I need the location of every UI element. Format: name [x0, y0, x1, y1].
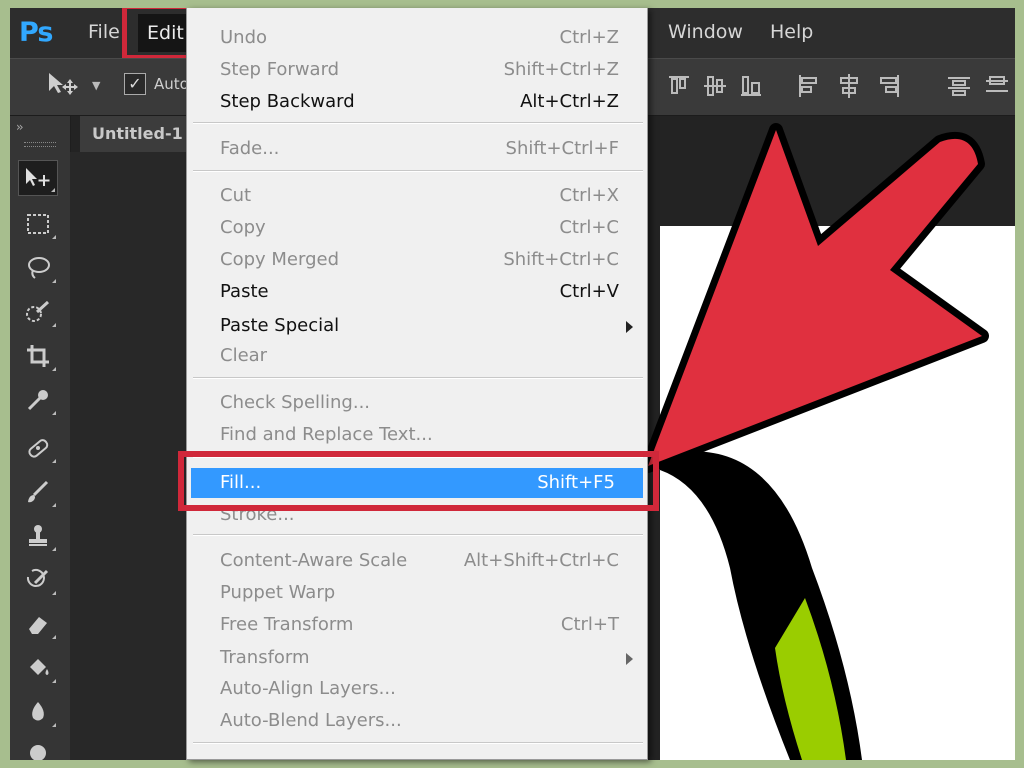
- menu-item-auto-blend-layers[interactable]: Auto-Blend Layers...: [187, 706, 647, 736]
- menu-item-puppet-warp[interactable]: Puppet Warp: [187, 578, 647, 608]
- menu-separator: [193, 122, 643, 124]
- menu-item-fade[interactable]: Fade... Shift+Ctrl+F: [187, 134, 647, 164]
- menu-item-content-aware-scale[interactable]: Content-Aware Scale Alt+Shift+Ctrl+C: [187, 546, 647, 576]
- fill-item-highlight-box: [178, 451, 659, 511]
- submenu-arrow-icon: [626, 321, 633, 333]
- menu-item-clear[interactable]: Clear: [187, 341, 647, 371]
- menu-separator: [193, 534, 643, 536]
- menu-separator: [193, 377, 643, 379]
- menu-item-find-replace[interactable]: Find and Replace Text...: [187, 420, 647, 450]
- menu-item-step-backward[interactable]: Step Backward Alt+Ctrl+Z: [187, 87, 647, 117]
- menu-separator: [193, 742, 643, 744]
- menu-item-paste-special[interactable]: Paste Special: [187, 311, 647, 341]
- menu-item-step-forward[interactable]: Step Forward Shift+Ctrl+Z: [187, 55, 647, 85]
- menu-item-undo[interactable]: Undo Ctrl+Z: [187, 23, 647, 53]
- menu-item-free-transform[interactable]: Free Transform Ctrl+T: [187, 610, 647, 640]
- menu-item-copy-merged[interactable]: Copy Merged Shift+Ctrl+C: [187, 245, 647, 275]
- menu-separator: [193, 170, 643, 172]
- menu-item-cut[interactable]: Cut Ctrl+X: [187, 181, 647, 211]
- menu-item-transform[interactable]: Transform: [187, 643, 647, 673]
- menu-item-check-spelling[interactable]: Check Spelling...: [187, 388, 647, 418]
- menu-item-auto-align-layers[interactable]: Auto-Align Layers...: [187, 674, 647, 704]
- menu-item-paste[interactable]: Paste Ctrl+V: [187, 277, 647, 307]
- menu-item-copy[interactable]: Copy Ctrl+C: [187, 213, 647, 243]
- submenu-arrow-icon: [626, 653, 633, 665]
- edit-menu-dropdown: Undo Ctrl+Z Step Forward Shift+Ctrl+Z Step…: [186, 8, 648, 760]
